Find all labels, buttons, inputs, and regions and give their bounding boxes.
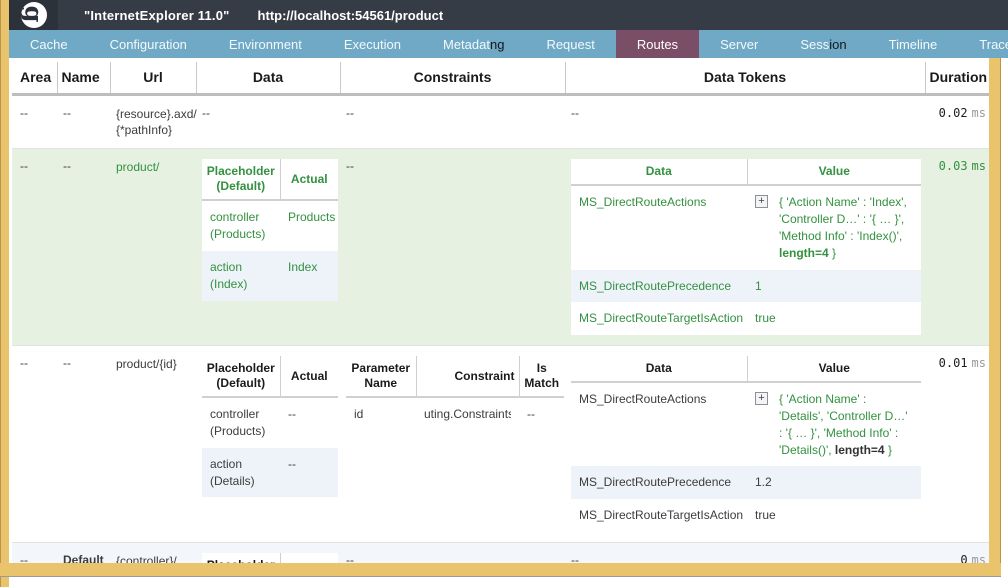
glimpse-logo-circle: g xyxy=(20,2,47,28)
routes-content: Area Name Url Data Constraints Data Toke… xyxy=(9,58,989,563)
data-cell: Placeholder (Default) Actual controller … xyxy=(196,149,340,346)
title-bar: g "InternetExplorer 11.0" http://localho… xyxy=(9,0,1008,30)
data-tokens-cell: Data Value MS_DirectRouteActions + {'Ac… xyxy=(565,149,925,346)
route-row-resource-axd[interactable]: -- -- {resource}.axd/ {*pathInfo} -- -- … xyxy=(12,94,989,149)
constraints-cell: -- xyxy=(346,106,354,120)
duration-cell: 0.03 ms xyxy=(938,159,986,174)
data-tokens-cell: -- xyxy=(571,552,579,563)
col-header-data-tokens: Data Tokens xyxy=(565,62,926,96)
glimpse-frame-left xyxy=(0,0,9,587)
route-row-default[interactable]: -- Default {controller}/ {action}/{id} P… xyxy=(12,542,989,563)
expand-icon[interactable]: + xyxy=(755,392,768,406)
placeholder-actual-table: Placeholder (Default) Actual controller … xyxy=(202,552,338,563)
route-row-product-id[interactable]: -- -- product/{id} Placeholder (Default)… xyxy=(12,345,989,543)
request-url: http://localhost:54561/product xyxy=(257,7,444,23)
placeholder-header: Placeholder (Default) xyxy=(202,552,281,563)
routes-table: Area Name Url Data Constraints Data Toke… xyxy=(12,62,989,563)
placeholder-row: controller (Products) Products xyxy=(210,210,336,242)
tokens-data-header: Data xyxy=(571,159,748,187)
tab-bar: Cache Configuration Environment Executio… xyxy=(9,30,1008,58)
expand-icon[interactable]: + xyxy=(755,195,768,209)
tab-routes[interactable]: Routes xyxy=(615,30,700,58)
token-row: MS_DirectRouteActions + { 'Action Name' … xyxy=(579,195,907,260)
glimpse-logo[interactable]: g xyxy=(9,0,58,30)
tokens-data-header: Data xyxy=(571,356,748,384)
token-row: MS_DirectRoutePrecedence 1 xyxy=(571,269,921,303)
constraints-cell: Parameter Name Constraint Is Match id ut… xyxy=(340,346,565,543)
placeholder-header: Placeholder (Default) xyxy=(202,356,281,399)
col-header-area: Area xyxy=(12,62,58,96)
tokens-value-header: Value xyxy=(747,356,921,384)
url-cell: {resource}.axd/ {*pathInfo} xyxy=(116,107,197,138)
name-cell: -- xyxy=(63,356,71,371)
constraints-cell: -- xyxy=(346,552,354,563)
data-tokens-cell: Data Value MS_DirectRouteActions + {'Ac… xyxy=(565,346,925,543)
glimpse-frame-right xyxy=(989,58,1001,577)
tokens-value-header: Value xyxy=(747,159,921,187)
tab-environment[interactable]: Environment xyxy=(208,30,323,58)
name-cell: Default xyxy=(63,552,104,563)
placeholder-row: controller (Products) -- xyxy=(210,407,296,438)
route-row-product-selected[interactable]: -- -- product/ Placeholder (Default) Act… xyxy=(12,148,989,346)
data-tokens-table: Data Value MS_DirectRouteActions + {'Ac… xyxy=(571,159,921,336)
tab-timeline[interactable]: Timeline xyxy=(868,30,959,58)
col-header-constraints: Constraints xyxy=(340,62,566,96)
col-header-url: Url xyxy=(110,62,197,96)
placeholder-actual-table: Placeholder (Default) Actual controller … xyxy=(202,356,338,498)
data-cell: Placeholder (Default) Actual controller … xyxy=(196,542,340,563)
data-tokens-table: Data Value MS_DirectRouteActions + {'Ac… xyxy=(571,356,921,532)
tab-session[interactable]: Sess ion xyxy=(779,30,867,58)
area-cell: -- xyxy=(20,552,28,563)
area-cell: -- xyxy=(20,106,28,120)
area-cell: -- xyxy=(20,159,28,174)
constraint-header: Constraint xyxy=(416,356,520,399)
area-cell: -- xyxy=(20,356,28,371)
placeholder-row: action (Index) Index xyxy=(202,250,338,301)
col-header-data: Data xyxy=(196,62,341,96)
constraints-cell: -- xyxy=(346,159,354,174)
tab-cache[interactable]: Cache xyxy=(9,30,89,58)
actual-header: Actual xyxy=(280,552,338,563)
data-tokens-cell: -- xyxy=(571,106,579,120)
constraint-row: id uting.Constraints.Cc -- xyxy=(354,407,535,422)
routes-header-row: Area Name Url Data Constraints Data Toke… xyxy=(12,62,989,96)
col-header-duration: Duration xyxy=(925,62,989,96)
tab-metadata[interactable]: Metadat ng xyxy=(422,30,525,58)
placeholder-actual-table: Placeholder (Default) Actual controller … xyxy=(202,159,338,301)
col-header-name: Name xyxy=(57,62,111,96)
name-cell: -- xyxy=(63,106,71,120)
constraints-table: Parameter Name Constraint Is Match id ut… xyxy=(346,356,564,431)
tab-trace[interactable]: Trace xyxy=(958,30,1008,58)
glimpse-frame-bottom xyxy=(0,563,1001,577)
placeholder-header: Placeholder (Default) xyxy=(202,159,281,202)
data-cell: -- xyxy=(202,106,210,120)
token-row: MS_DirectRouteTargetIsAction true xyxy=(579,508,776,523)
url-cell: product/{id} xyxy=(116,357,177,372)
client-title: "InternetExplorer 11.0" xyxy=(84,7,230,23)
url-cell: {controller}/ {action}/{id} xyxy=(116,553,177,563)
token-row: MS_DirectRoutePrecedence 1.2 xyxy=(571,466,921,500)
token-row: MS_DirectRouteTargetIsAction true xyxy=(579,311,776,326)
name-cell: -- xyxy=(63,159,71,174)
tab-server[interactable]: Server xyxy=(699,30,779,58)
duration-cell: 0 ms xyxy=(960,552,986,563)
actual-header: Actual xyxy=(280,356,338,399)
token-row: MS_DirectRouteActions + { 'Action Name' … xyxy=(579,392,908,457)
data-cell: Placeholder (Default) Actual controller … xyxy=(196,346,340,543)
placeholder-row: action (Details) -- xyxy=(202,447,338,498)
parameter-name-header: Parameter Name xyxy=(346,356,417,399)
tab-execution[interactable]: Execution xyxy=(323,30,422,58)
actual-header: Actual xyxy=(280,159,338,202)
glimpse-g-icon: g xyxy=(21,5,47,22)
tab-request[interactable]: Request xyxy=(525,30,615,58)
duration-cell: 0.01 ms xyxy=(938,356,986,371)
glimpse-panel: g "InternetExplorer 11.0" http://localho… xyxy=(0,0,1008,587)
is-match-header: Is Match xyxy=(519,356,564,399)
tab-configuration[interactable]: Configuration xyxy=(89,30,208,58)
duration-cell: 0.02 ms xyxy=(938,106,986,120)
url-cell: product/ xyxy=(116,160,160,175)
